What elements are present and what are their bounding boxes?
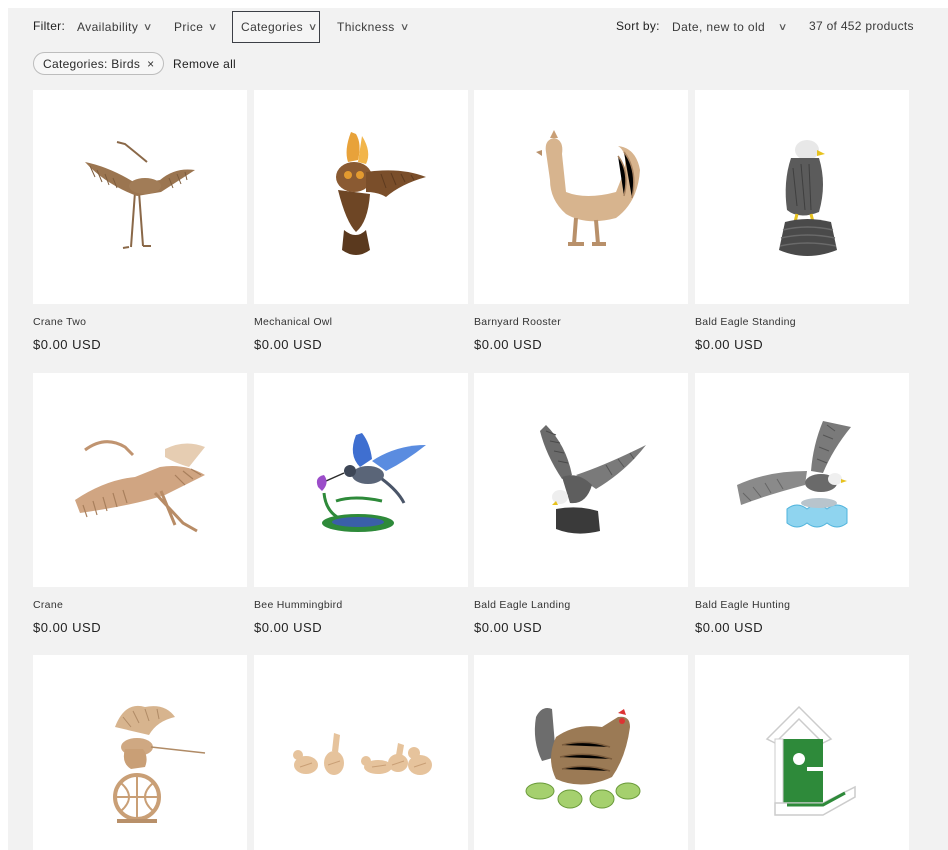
product-card[interactable]: Bee Hummingbird $0.00 USD <box>254 373 468 635</box>
product-count: 37 of 452 products <box>809 19 914 33</box>
sort-select[interactable]: Date, new to old ∨ <box>664 11 795 43</box>
bee-hummingbird-image[interactable] <box>254 373 468 587</box>
product-card[interactable]: Bald Eagle Hunting $0.00 USD <box>695 373 909 635</box>
hummingbird-globe-image[interactable] <box>33 655 247 850</box>
product-card[interactable] <box>474 655 688 850</box>
mechanical-owl-image[interactable] <box>254 90 468 304</box>
product-price: $0.00 USD <box>474 620 543 635</box>
close-icon[interactable]: × <box>147 57 154 71</box>
product-name[interactable]: Crane <box>33 599 247 611</box>
facet-label: Thickness <box>337 20 395 34</box>
product-card[interactable]: Mechanical Owl $0.00 USD <box>254 90 468 352</box>
birdhouse-image[interactable] <box>695 655 909 850</box>
chevron-down-icon: ∨ <box>143 21 154 33</box>
facet-thickness[interactable]: Thickness ∨ <box>329 11 416 43</box>
crane-two-image[interactable] <box>33 90 247 304</box>
product-card[interactable] <box>33 655 247 850</box>
product-card[interactable]: Bald Eagle Landing $0.00 USD <box>474 373 688 635</box>
product-price: $0.00 USD <box>254 337 323 352</box>
hen-and-chicks-image[interactable] <box>474 655 688 850</box>
facet-label: Categories <box>241 20 304 34</box>
product-card[interactable] <box>695 655 909 850</box>
product-name[interactable]: Bald Eagle Standing <box>695 316 909 328</box>
chevron-down-icon: ∨ <box>208 21 219 33</box>
bald-eagle-standing-image[interactable] <box>695 90 909 304</box>
product-card[interactable]: Crane $0.00 USD <box>33 373 247 635</box>
pill-label: Categories: Birds <box>43 56 141 71</box>
product-card[interactable]: Crane Two $0.00 USD <box>33 90 247 352</box>
product-name[interactable]: Barnyard Rooster <box>474 316 688 328</box>
filter-bar: Filter: Availability ∨ Price ∨ Categorie… <box>8 8 948 46</box>
bald-eagle-hunting-image[interactable] <box>695 373 909 587</box>
product-price: $0.00 USD <box>695 337 764 352</box>
product-card[interactable]: Barnyard Rooster $0.00 USD <box>474 90 688 352</box>
chevron-down-icon: ∨ <box>777 21 789 33</box>
chevron-down-icon: ∨ <box>399 21 410 33</box>
facet-label: Availability <box>77 20 139 34</box>
product-card[interactable] <box>254 655 468 850</box>
filter-label: Filter: <box>33 19 66 33</box>
product-price: $0.00 USD <box>33 620 102 635</box>
chevron-down-icon: ∨ <box>307 21 318 33</box>
collection-page: Filter: Availability ∨ Price ∨ Categorie… <box>8 8 948 850</box>
barnyard-rooster-image[interactable] <box>474 90 688 304</box>
facet-label: Price <box>174 20 204 34</box>
sort-label: Sort by: <box>616 19 660 33</box>
facet-price[interactable]: Price ∨ <box>166 11 225 43</box>
sort-value: Date, new to old <box>672 20 766 34</box>
product-name[interactable]: Bald Eagle Landing <box>474 599 688 611</box>
ducks-image[interactable] <box>254 655 468 850</box>
active-filter-pill[interactable]: Categories: Birds × <box>33 52 165 75</box>
product-name[interactable]: Bee Hummingbird <box>254 599 468 611</box>
facet-categories[interactable]: Categories ∨ <box>232 11 320 43</box>
remove-all-link[interactable]: Remove all <box>173 57 236 71</box>
facet-availability[interactable]: Availability ∨ <box>69 11 160 43</box>
product-price: $0.00 USD <box>254 620 323 635</box>
product-name[interactable]: Crane Two <box>33 316 247 328</box>
bald-eagle-landing-image[interactable] <box>474 373 688 587</box>
product-price: $0.00 USD <box>474 337 543 352</box>
product-name[interactable]: Mechanical Owl <box>254 316 468 328</box>
product-price: $0.00 USD <box>33 337 102 352</box>
product-name[interactable]: Bald Eagle Hunting <box>695 599 909 611</box>
product-price: $0.00 USD <box>695 620 764 635</box>
product-card[interactable]: Bald Eagle Standing $0.00 USD <box>695 90 909 352</box>
crane-image[interactable] <box>33 373 247 587</box>
